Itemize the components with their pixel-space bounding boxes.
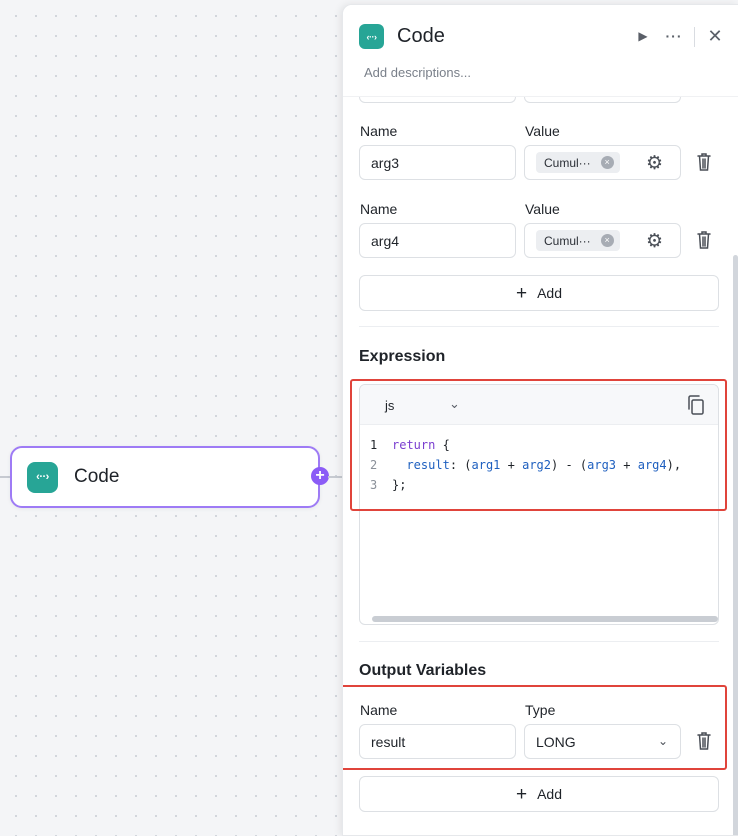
plus-icon: + [515, 282, 528, 304]
add-label: Add [537, 786, 563, 802]
variable-value-field[interactable]: Cumul··· × ⚙ [524, 145, 681, 180]
expression-title: Expression [359, 348, 446, 365]
variable-value-field[interactable]: Cumul··· × ⚙ [524, 223, 681, 258]
chevron-down-icon: ⌄ [657, 734, 668, 748]
clear-chip-icon[interactable]: × [600, 156, 614, 169]
run-button[interactable]: ▶ [632, 25, 654, 47]
add-node-port-button[interactable]: + [311, 467, 329, 485]
description-input[interactable]: Add descriptions... [364, 65, 471, 80]
value-reference-chip[interactable]: Cumul··· × [536, 230, 620, 251]
panel-scrollbar[interactable] [733, 255, 738, 835]
code-text: }; [392, 478, 407, 492]
section-divider [359, 641, 719, 642]
code-text: return { [392, 438, 450, 452]
line-number: 2 [370, 458, 378, 472]
node-title: Code [74, 466, 120, 487]
code-node[interactable]: ‹··› Code [10, 446, 320, 508]
gear-icon[interactable]: ⚙ [646, 230, 663, 253]
name-label: Name [360, 123, 398, 139]
value-label: Value [525, 201, 560, 217]
code-line: 2 result: (arg1 + arg2) - (arg3 + arg4), [360, 455, 718, 475]
add-label: Add [537, 285, 563, 301]
code-line: 3 }; [360, 475, 718, 495]
header-divider [694, 27, 695, 47]
output-variables-title: Output Variables [359, 662, 487, 679]
clear-chip-icon[interactable]: × [600, 234, 614, 247]
close-button[interactable]: ✕ [704, 25, 726, 47]
node-config-panel: ‹··› Code Add descriptions... ▶ ··· ✕ Na… [342, 4, 738, 836]
variable-name-input[interactable]: arg3 [359, 145, 516, 180]
delete-row-icon[interactable] [695, 229, 713, 251]
gear-icon[interactable]: ⚙ [646, 152, 663, 175]
name-label: Name [360, 201, 398, 217]
section-divider [359, 326, 719, 327]
chip-label: Cumul··· [544, 155, 591, 170]
line-number: 3 [370, 478, 378, 492]
output-type-select[interactable]: LONG ⌄ [524, 724, 681, 759]
code-brackets-icon: ‹··› [27, 461, 58, 493]
code-lines[interactable]: 1 return { 2 result: (arg1 + arg2) - (ar… [360, 435, 718, 495]
chip-label: Cumul··· [544, 233, 591, 248]
plus-icon: + [515, 783, 528, 805]
language-select[interactable]: js [385, 398, 394, 413]
panel-header: ‹··› Code Add descriptions... ▶ ··· ✕ [343, 5, 738, 97]
delete-output-icon[interactable] [695, 730, 713, 752]
code-line: 1 return { [360, 435, 718, 455]
chevron-down-icon[interactable]: ⌄ [449, 396, 460, 412]
delete-row-icon[interactable] [695, 151, 713, 173]
more-options-button[interactable]: ··· [663, 25, 685, 47]
add-output-button[interactable]: + Add [359, 776, 719, 812]
add-input-button[interactable]: + Add [359, 275, 719, 311]
editor-toolbar: js ⌄ [360, 385, 718, 425]
type-label: Type [525, 702, 556, 718]
code-editor[interactable]: js ⌄ 1 return { 2 result: (arg1 + arg2) … [359, 384, 719, 625]
code-text: result: (arg1 + arg2) - (arg3 + arg4), [406, 458, 682, 472]
copy-icon[interactable] [686, 394, 706, 416]
selected-type: LONG [536, 733, 576, 750]
code-brackets-icon: ‹··› [359, 24, 384, 49]
name-label: Name [360, 702, 398, 718]
output-name-input[interactable]: result [359, 724, 516, 759]
value-reference-chip[interactable]: Cumul··· × [536, 152, 620, 173]
value-label: Value [525, 123, 560, 139]
line-number: 1 [370, 438, 378, 452]
variable-name-input[interactable]: arg4 [359, 223, 516, 258]
editor-horizontal-scrollbar[interactable] [372, 616, 718, 622]
panel-title[interactable]: Code [397, 25, 445, 48]
